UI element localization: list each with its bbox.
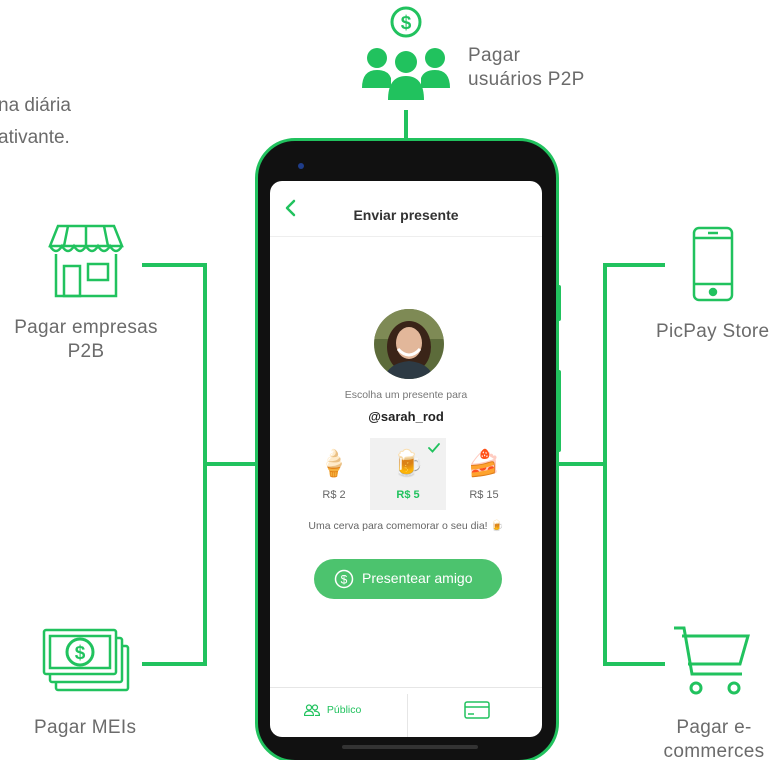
connector-left-bottom: [142, 662, 207, 666]
recipient-username: @sarah_rod: [368, 409, 444, 424]
send-gift-button[interactable]: $ Presentear amigo: [314, 559, 502, 599]
shopping-cart-icon: [672, 624, 752, 698]
connector-left-top: [142, 263, 207, 267]
send-gift-label: Presentear amigo: [362, 570, 473, 586]
screen-title: Enviar presente: [353, 207, 459, 223]
phone-side-button-top: [557, 285, 561, 321]
bottom-tab-bar: Público: [270, 687, 542, 737]
gift-option-beer[interactable]: 🍺 R$ 5: [370, 438, 446, 510]
tab-public[interactable]: Público: [303, 704, 362, 717]
connector-right-top: [603, 263, 665, 267]
label-ecommerce-line-2: commerces: [663, 741, 765, 760]
connector-right-bottom: [603, 662, 665, 666]
svg-text:$: $: [341, 573, 348, 587]
app-screen: Enviar presente Escolha um presente para…: [270, 181, 542, 737]
connector-top: [404, 110, 408, 138]
card-icon[interactable]: [464, 701, 490, 719]
label-store: PicPay Store: [656, 321, 770, 342]
label-p2p-line-2: usuários P2P: [468, 69, 585, 90]
ice-cream-icon: 🍦: [317, 448, 351, 478]
cake-icon: 🍰: [467, 448, 501, 478]
money-bills-icon: $: [42, 628, 130, 694]
home-indicator: [342, 745, 478, 749]
check-icon: [428, 440, 440, 453]
gift-price: R$ 15: [469, 489, 499, 501]
gift-option-cake[interactable]: 🍰 R$ 15: [446, 438, 522, 510]
label-p2p-line-1: Pagar: [468, 45, 521, 66]
svg-text:$: $: [75, 643, 86, 664]
gift-price: R$ 5: [396, 489, 420, 501]
phone-mockup: Enviar presente Escolha um presente para…: [255, 138, 559, 760]
phone-side-button-bottom: [557, 370, 561, 452]
connector-right-phone: [557, 462, 607, 466]
people-icon: [303, 704, 321, 717]
smartphone-icon: [692, 226, 734, 302]
gift-message: Uma cerva para comemorar o seu dia! 🍺: [308, 520, 504, 532]
intro-line-2: ativante.: [0, 127, 70, 148]
label-p2b-line-1: Pagar empresas: [14, 317, 158, 338]
front-camera: [298, 163, 304, 169]
tab-divider: [407, 694, 408, 737]
gift-option-ice-cream[interactable]: 🍦 R$ 2: [296, 438, 372, 510]
storefront-icon: [48, 222, 124, 298]
label-p2b: Pagar empresas P2B: [4, 316, 168, 364]
avatar: [374, 309, 444, 379]
label-p2b-line-2: P2B: [67, 341, 105, 362]
gift-prompt: Escolha um presente para: [344, 389, 468, 401]
gift-price: R$ 2: [322, 489, 346, 501]
label-p2p: Pagar usuários P2P: [468, 44, 585, 92]
label-ecommerce: Pagar e- commerces: [652, 716, 775, 760]
intro-text: na diária ativante.: [0, 90, 71, 154]
dollar-circle-icon: $: [334, 569, 354, 589]
connector-left-phone: [203, 462, 257, 466]
app-header: Enviar presente: [270, 181, 542, 237]
label-meis: Pagar MEIs: [34, 717, 137, 738]
dollar-users-icon: $: [360, 6, 452, 102]
label-ecommerce-line-1: Pagar e-: [676, 717, 752, 738]
intro-line-1: na diária: [0, 95, 71, 116]
svg-text:$: $: [401, 13, 412, 34]
tab-public-label: Público: [326, 704, 362, 716]
